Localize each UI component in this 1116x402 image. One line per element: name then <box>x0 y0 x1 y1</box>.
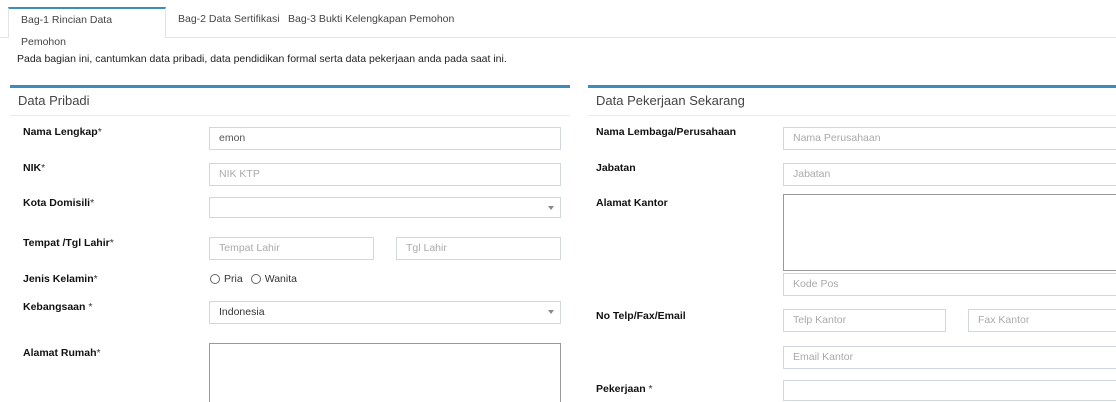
jabatan-label: Jabatan <box>596 162 636 174</box>
label-text: Kebangsaan <box>23 301 89 313</box>
kota-domisili-select[interactable] <box>209 197 561 218</box>
panel-title: Data Pekerjaan Sekarang <box>596 93 745 108</box>
required-mark: * <box>97 126 102 138</box>
select-value: Indonesia <box>219 306 265 318</box>
pekerjaan-label: Pekerjaan * <box>596 383 653 395</box>
tgl-lahir-input[interactable]: Tgl Lahir <box>396 237 561 260</box>
jenis-kelamin-radio-group: Pria Wanita <box>210 273 305 285</box>
jabatan-input[interactable]: Jabatan <box>783 163 1116 186</box>
alamat-rumah-label: Alamat Rumah* <box>23 347 101 359</box>
radio-wanita[interactable]: Wanita <box>250 273 297 285</box>
nama-perusahaan-input[interactable]: Nama Perusahaan <box>783 127 1116 150</box>
label-text: Pekerjaan <box>596 383 649 395</box>
panel-data-pekerjaan: Data Pekerjaan Sekarang Nama Lembaga/Per… <box>588 85 1116 402</box>
tempat-tgl-lahir-label: Tempat /Tgl Lahir* <box>23 237 114 249</box>
radio-circle-icon[interactable] <box>250 274 261 284</box>
chevron-down-icon <box>548 310 554 314</box>
label-text: Kota Domisili <box>23 197 91 209</box>
alamat-kantor-label: Alamat Kantor <box>596 197 668 209</box>
panel-data-pribadi: Data Pribadi Nama Lengkap* emon NIK* NIK… <box>10 85 570 402</box>
label-text: Nama Lengkap <box>23 126 98 138</box>
tab-bag1-rincian-data-pemohon[interactable]: Bag-1 Rincian Data Pemohon <box>8 7 166 48</box>
nama-lembaga-label: Nama Lembaga/Perusahaan <box>596 126 737 138</box>
nik-label: NIK* <box>23 162 45 174</box>
intro-text: Pada bagian ini, cantumkan data pribadi,… <box>17 53 507 65</box>
kode-pos-input[interactable]: Kode Pos <box>783 273 1116 296</box>
radio-pria[interactable]: Pria <box>210 273 243 285</box>
tab-bar: Bag-1 Rincian Data Pemohon Bag-2 Data Se… <box>0 0 1116 48</box>
panel-divider <box>588 115 1116 116</box>
jenis-kelamin-label: Jenis Kelamin* <box>23 273 98 285</box>
kebangsaan-select[interactable]: Indonesia <box>209 301 561 324</box>
radio-label: Wanita <box>264 273 297 285</box>
panel-divider <box>10 115 570 116</box>
required-mark: * <box>41 162 46 174</box>
nama-lengkap-label: Nama Lengkap* <box>23 126 102 138</box>
label-text: Alamat Rumah <box>23 347 97 359</box>
email-kantor-input[interactable]: Email Kantor <box>783 346 1116 369</box>
no-telp-fax-email-label: No Telp/Fax/Email <box>596 310 686 322</box>
alamat-rumah-textarea[interactable] <box>209 343 561 402</box>
fax-kantor-input[interactable]: Fax Kantor <box>968 309 1116 332</box>
required-mark: * <box>648 383 653 395</box>
radio-circle-icon[interactable] <box>210 274 220 284</box>
chevron-down-icon <box>548 206 554 210</box>
label-text: Tempat /Tgl Lahir <box>23 237 110 249</box>
required-mark: * <box>96 347 101 359</box>
nama-lengkap-input[interactable]: emon <box>209 127 561 150</box>
kebangsaan-label: Kebangsaan * <box>23 301 92 313</box>
required-mark: * <box>109 237 114 249</box>
required-mark: * <box>88 301 93 313</box>
required-mark: * <box>90 197 95 209</box>
telp-kantor-input[interactable]: Telp Kantor <box>783 309 946 332</box>
pekerjaan-select[interactable] <box>783 380 1116 401</box>
required-mark: * <box>93 273 98 285</box>
tab-bag3-bukti-kelengkapan[interactable]: Bag-3 Bukti Kelengkapan Pemohon <box>288 8 454 38</box>
tempat-lahir-input[interactable]: Tempat Lahir <box>209 237 374 260</box>
alamat-kantor-textarea[interactable] <box>783 194 1116 271</box>
tab-bag2-data-sertifikasi[interactable]: Bag-2 Data Sertifikasi <box>178 8 280 38</box>
radio-label: Pria <box>224 273 243 285</box>
panel-title: Data Pribadi <box>18 93 90 108</box>
nik-input[interactable]: NIK KTP <box>209 163 561 186</box>
kota-domisili-label: Kota Domisili* <box>23 197 94 209</box>
label-text: Jenis Kelamin <box>23 273 94 285</box>
label-text: NIK <box>23 162 42 174</box>
